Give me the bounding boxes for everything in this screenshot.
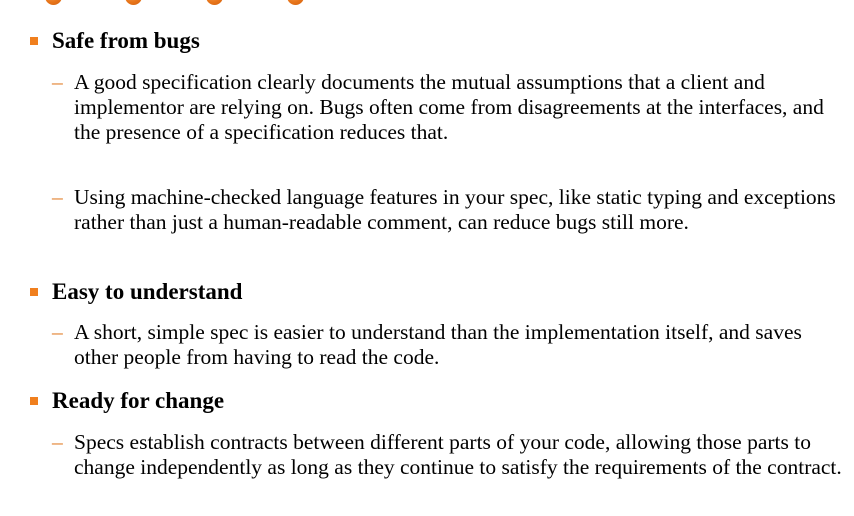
list-item-text: A good specification clearly documents t…: [74, 70, 824, 144]
list-item: – A short, simple spec is easier to unde…: [52, 320, 842, 370]
dash-bullet: –: [52, 70, 63, 94]
orange-dot-icon: [206, 0, 223, 5]
list-item: – Specs establish contracts between diff…: [52, 430, 842, 480]
decorative-dots: [0, 0, 854, 8]
orange-dot-icon: [125, 0, 142, 5]
list-item: – A good specification clearly documents…: [52, 70, 842, 145]
list-item: – Using machine-checked language feature…: [52, 185, 842, 235]
dash-bullet: –: [52, 430, 63, 454]
square-bullet-icon: [30, 37, 38, 45]
orange-dot-icon: [287, 0, 304, 5]
square-bullet-icon: [30, 288, 38, 296]
orange-dot-icon: [45, 0, 62, 5]
section-title-safe-from-bugs: Safe from bugs: [52, 28, 200, 53]
list-item-text: Specs establish contracts between differ…: [74, 430, 842, 479]
section-title-ready-for-change: Ready for change: [52, 388, 225, 413]
section-title-easy-to-understand: Easy to understand: [52, 279, 243, 304]
dash-bullet: –: [52, 320, 63, 344]
list-item-text: Using machine-checked language features …: [74, 185, 836, 234]
dash-bullet: –: [52, 185, 63, 209]
square-bullet-icon: [30, 397, 38, 405]
list-item-text: A short, simple spec is easier to unders…: [74, 320, 802, 369]
